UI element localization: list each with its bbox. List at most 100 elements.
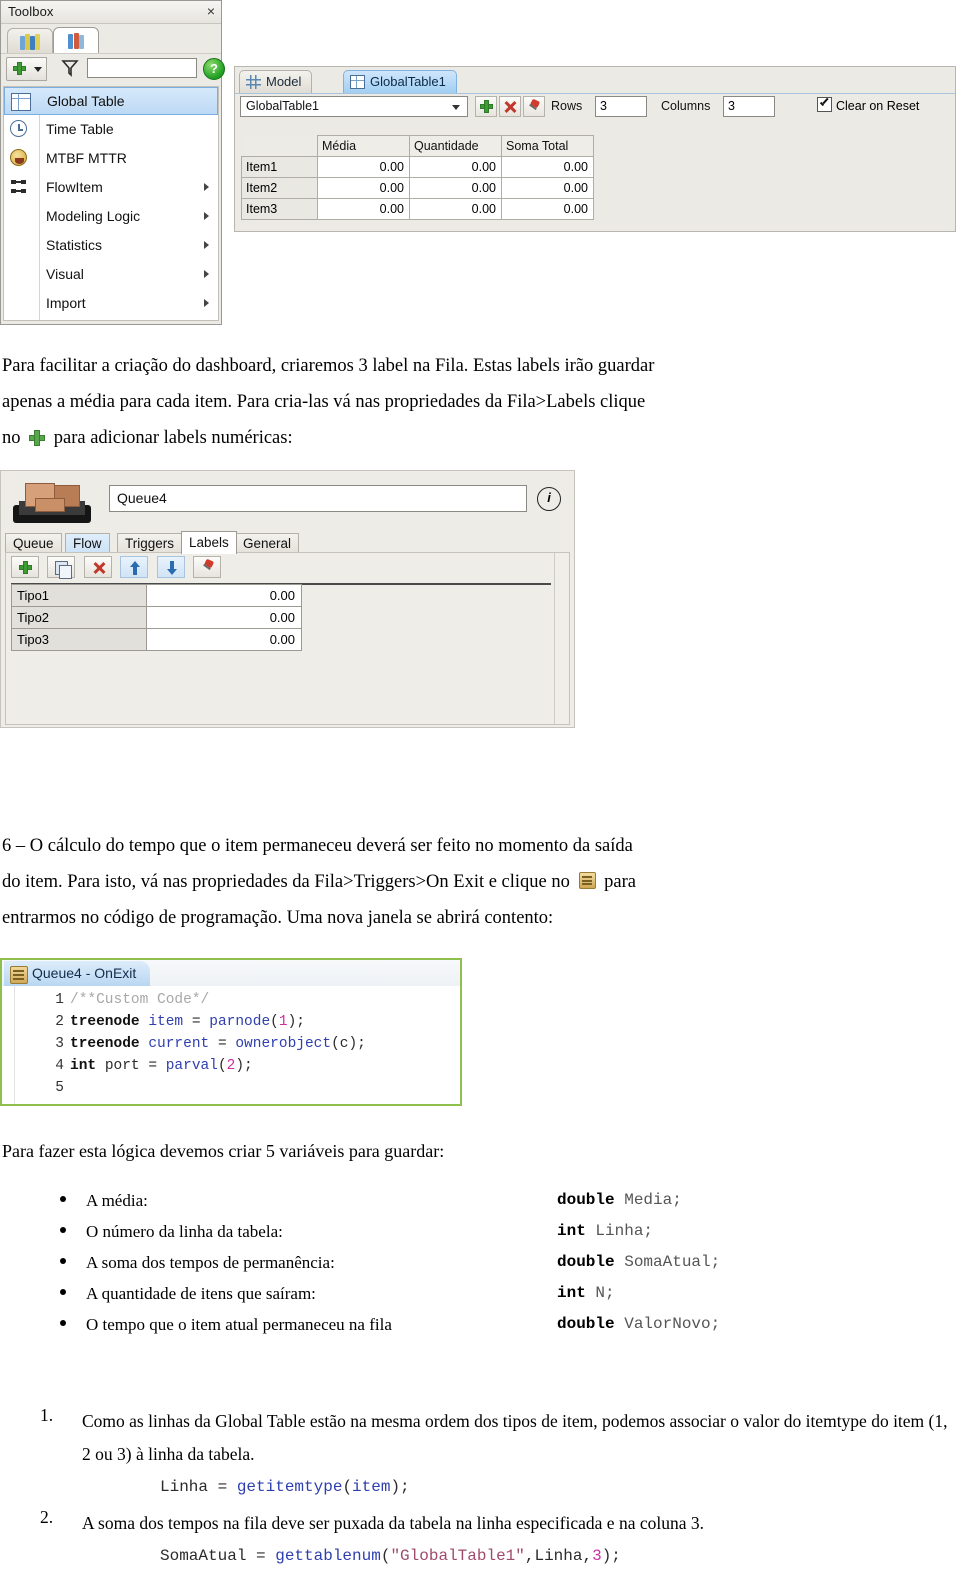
add-object-button[interactable] xyxy=(6,57,32,81)
tab-label: Triggers xyxy=(125,536,175,551)
code-token: ); xyxy=(390,1478,410,1496)
paragraph-line: Para facilitar a criação do dashboard, c… xyxy=(2,356,655,376)
sidebar-item-statistics[interactable]: Statistics xyxy=(4,231,218,260)
sidebar-item-visual[interactable]: Visual xyxy=(4,260,218,289)
bullet-icon xyxy=(60,1289,66,1295)
object-name-input[interactable]: Queue4 xyxy=(109,485,527,512)
labels-toolbar xyxy=(6,553,569,584)
column-header[interactable]: Média xyxy=(317,135,410,157)
table-cell[interactable]: 0.00 xyxy=(317,177,410,199)
code-token: parnode xyxy=(209,1014,271,1030)
close-icon[interactable]: × xyxy=(207,3,215,19)
help-icon[interactable]: ? xyxy=(203,58,225,80)
tab-queue4-onexit[interactable]: Queue4 - OnExit xyxy=(4,961,151,986)
list-item: A soma dos tempos de permanência: double … xyxy=(60,1247,940,1278)
labels-grid: Tipo1 0.00 Tipo2 0.00 Tipo3 0.00 xyxy=(11,584,302,651)
tab-general[interactable]: General xyxy=(235,533,300,554)
table-row: Tipo1 0.00 xyxy=(11,584,302,607)
tab-label: GlobalTable1 xyxy=(370,74,446,89)
tab-model[interactable]: Model xyxy=(239,70,313,94)
code-token: ); xyxy=(235,1058,253,1074)
info-icon[interactable]: i xyxy=(537,487,561,511)
code-line-text[interactable]: int port = parval(2); xyxy=(70,1058,253,1074)
tab-labels[interactable]: Labels xyxy=(181,531,237,554)
rows-input[interactable]: 3 xyxy=(595,96,647,117)
chevron-right-icon xyxy=(204,270,209,278)
tab-queue[interactable]: Queue xyxy=(5,533,62,554)
add-label-button[interactable] xyxy=(11,556,39,578)
move-up-button[interactable] xyxy=(120,556,149,578)
delete-table-button[interactable] xyxy=(499,96,521,117)
code-token: (c); xyxy=(331,1036,366,1052)
table-row: Tipo2 0.00 xyxy=(11,606,302,629)
code-token: ( xyxy=(270,1014,279,1030)
table-cell[interactable]: 0.00 xyxy=(409,198,502,220)
paragraph-onexit-intro: 6 – O cálculo do tempo que o item perman… xyxy=(2,828,956,936)
row-header[interactable]: Item1 xyxy=(241,156,318,178)
duplicate-label-button[interactable] xyxy=(47,556,76,579)
table-cell[interactable]: 0.00 xyxy=(409,156,502,178)
table-cell[interactable]: 0.00 xyxy=(501,198,594,220)
label-name[interactable]: Tipo1 xyxy=(11,584,147,607)
code-token: /**Custom Code*/ xyxy=(70,992,210,1008)
row-header[interactable]: Item3 xyxy=(241,198,318,220)
code-line-number: 4 xyxy=(55,1058,64,1074)
label-value[interactable]: 0.00 xyxy=(146,628,302,651)
toolbox-tab-library[interactable] xyxy=(7,28,53,54)
column-header[interactable]: Quantidade xyxy=(409,135,502,157)
sidebar-item-mtbf-mttr[interactable]: MTBF MTTR xyxy=(4,144,218,173)
add-table-button[interactable] xyxy=(475,96,497,117)
code-line-text[interactable]: treenode current = ownerobject(c); xyxy=(70,1036,366,1052)
add-object-dropdown-button[interactable] xyxy=(31,57,47,81)
list-item-code: Linha = getitemtype(item); xyxy=(160,1471,960,1503)
tab-globaltable1[interactable]: GlobalTable1 xyxy=(343,70,457,94)
copy-icon xyxy=(55,561,73,579)
move-down-button[interactable] xyxy=(156,556,185,578)
pin-button[interactable] xyxy=(193,556,222,578)
code-line-text[interactable]: /**Custom Code*/ xyxy=(70,992,209,1008)
sidebar-item-label: FlowItem xyxy=(46,179,103,195)
column-header[interactable]: Soma Total xyxy=(501,135,594,157)
tab-flow[interactable]: Flow xyxy=(65,533,110,554)
code-line-text[interactable]: treenode item = parnode(1); xyxy=(70,1014,305,1030)
global-table-tab-strip: Model GlobalTable1 xyxy=(235,67,955,94)
sidebar-item-label: Time Table xyxy=(46,121,114,137)
table-cell[interactable]: 0.00 xyxy=(501,156,594,178)
bullet-icon xyxy=(60,1196,66,1202)
funnel-icon[interactable] xyxy=(61,59,79,77)
toolbox-toolbar: ? xyxy=(1,53,225,84)
label-value[interactable]: 0.00 xyxy=(146,584,302,607)
table-cell[interactable]: 0.00 xyxy=(317,156,410,178)
label-name[interactable]: Tipo2 xyxy=(11,606,147,629)
script-scroll-icon xyxy=(10,966,28,984)
clear-on-reset-checkbox[interactable]: Clear on Reset xyxy=(817,97,919,113)
global-table-toolbar: GlobalTable1 Rows 3 Columns 3 Clear on R… xyxy=(235,93,955,120)
columns-input[interactable]: 3 xyxy=(723,96,775,117)
sidebar-item-modeling-logic[interactable]: Modeling Logic xyxy=(4,202,218,231)
label-name[interactable]: Tipo3 xyxy=(11,628,147,651)
search-input[interactable] xyxy=(87,58,197,78)
tab-triggers[interactable]: Triggers xyxy=(117,533,183,554)
list-item: A média: double Media; xyxy=(60,1185,940,1216)
pin-table-button[interactable] xyxy=(523,96,545,117)
sidebar-item-global-table[interactable]: Global Table xyxy=(4,87,218,115)
row-header[interactable]: Item2 xyxy=(241,177,318,199)
vertical-scrollbar[interactable] xyxy=(554,553,568,724)
sidebar-item-import[interactable]: Import xyxy=(4,289,218,318)
code-editor-body[interactable]: 1 /**Custom Code*/ 2 treenode item = parnod… xyxy=(2,986,460,1104)
table-cell[interactable]: 0.00 xyxy=(501,177,594,199)
labels-tab-content: Tipo1 0.00 Tipo2 0.00 Tipo3 0.00 xyxy=(5,552,570,725)
table-row: Item2 0.00 0.00 0.00 xyxy=(241,177,594,199)
table-select-dropdown[interactable]: GlobalTable1 xyxy=(240,96,468,117)
delete-label-button[interactable] xyxy=(83,556,112,578)
table-cell[interactable]: 0.00 xyxy=(317,198,410,220)
sidebar-item-flowitem[interactable]: FlowItem xyxy=(4,173,218,202)
list-item: 1. Como as linhas da Global Table estão n… xyxy=(40,1405,960,1503)
table-cell[interactable]: 0.00 xyxy=(409,177,502,199)
sidebar-item-time-table[interactable]: Time Table xyxy=(4,115,218,144)
paragraph-text: para adicionar labels numéricas: xyxy=(53,428,293,448)
label-value[interactable]: 0.00 xyxy=(146,606,302,629)
variable-name: Linha; xyxy=(585,1222,654,1240)
green-plus-icon xyxy=(12,62,26,75)
toolbox-tab-toolbox[interactable] xyxy=(53,27,99,54)
